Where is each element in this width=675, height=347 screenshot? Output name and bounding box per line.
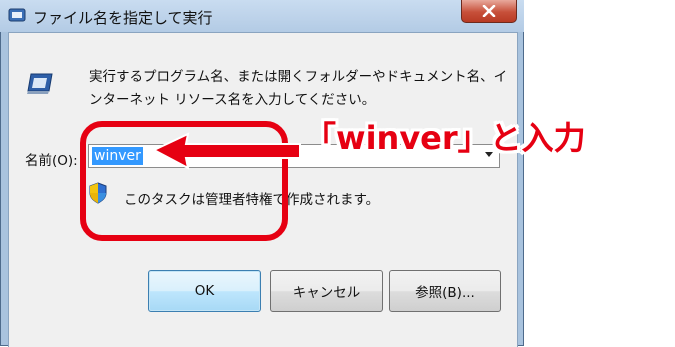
- annotation-arrow-icon: [151, 132, 301, 170]
- ok-button[interactable]: OK: [148, 270, 261, 312]
- window-title: ファイル名を指定して実行: [33, 9, 213, 27]
- name-label: 名前(O):: [25, 153, 78, 169]
- close-icon: [482, 5, 496, 17]
- run-icon: [27, 73, 53, 94]
- cancel-button[interactable]: キャンセル: [270, 270, 383, 312]
- description-text: 実行するプログラム名、または開くフォルダーやドキュメント名、インターネット リソ…: [89, 69, 508, 108]
- title-bar[interactable]: ファイル名を指定して実行: [0, 0, 524, 32]
- annotation-text: 「winver」と入力: [304, 119, 586, 157]
- browse-button[interactable]: 参照(B)...: [389, 270, 501, 312]
- close-button[interactable]: [461, 0, 517, 23]
- run-app-icon: [8, 8, 26, 22]
